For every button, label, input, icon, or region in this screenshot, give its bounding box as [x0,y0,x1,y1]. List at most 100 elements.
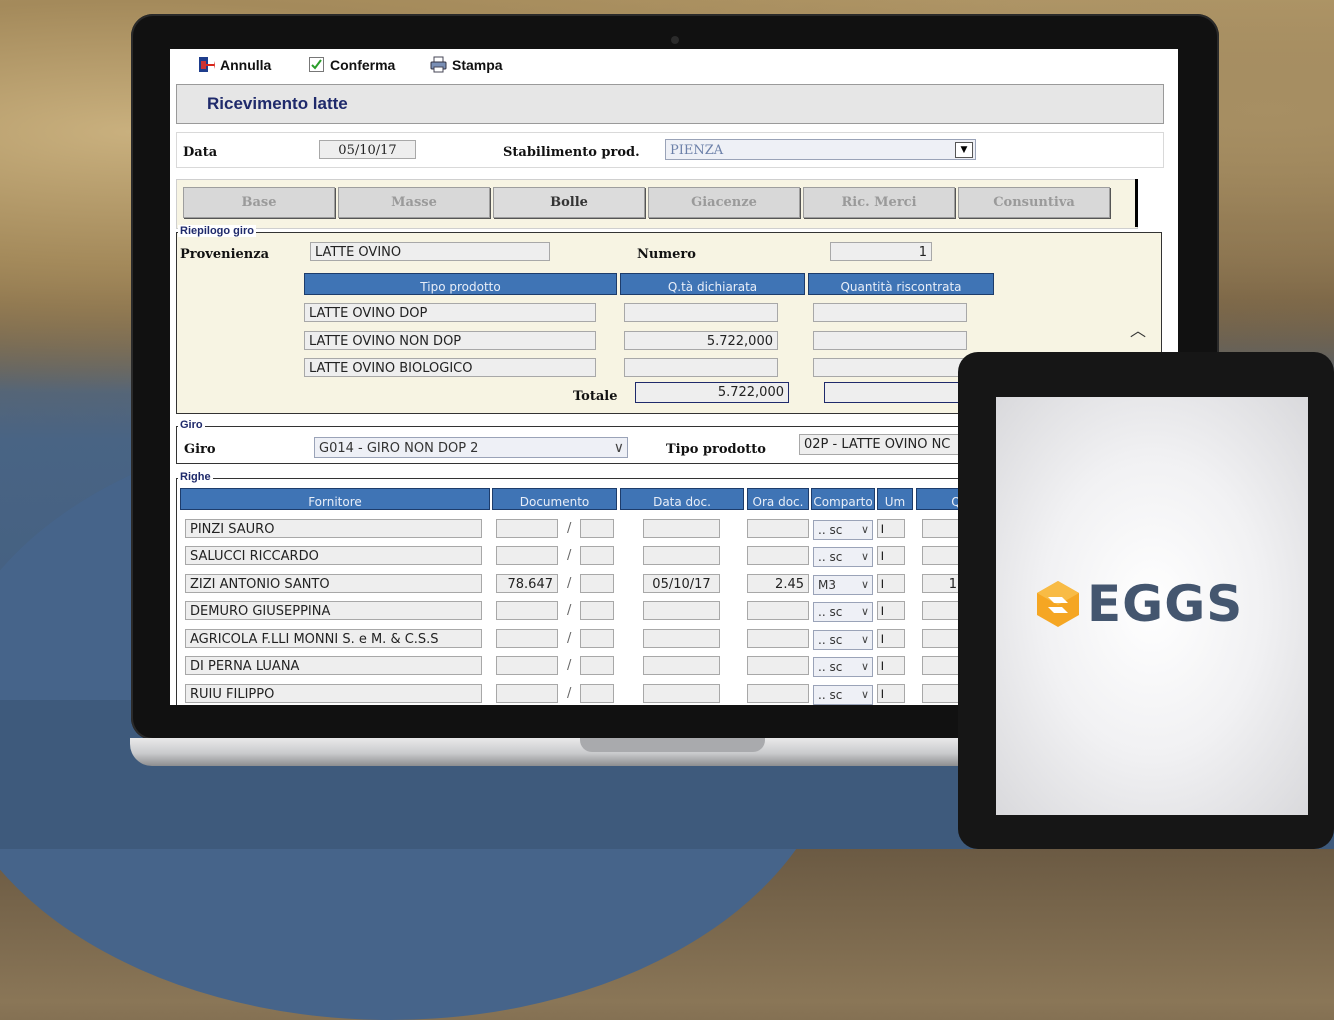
riepilogo-row-riscontrata[interactable] [813,331,967,350]
col-ora-doc: Ora doc. [747,488,809,510]
row-q[interactable] [922,656,962,675]
row-fornitore[interactable]: RUIU FILIPPO [185,684,482,703]
row-documento[interactable] [496,546,558,565]
row-fornitore[interactable]: AGRICOLA F.LLI MONNI S. e M. & C.S.S [185,629,482,648]
row-ora-doc[interactable] [747,629,809,648]
riepilogo-row-tipo[interactable]: LATTE OVINO NON DOP [304,331,596,350]
tab-consuntiva[interactable]: Consuntiva [958,187,1110,218]
row-comparto-select[interactable]: .. sc ∨ [813,630,873,650]
annulla-label: Annulla [220,56,272,73]
row-documento[interactable] [496,656,558,675]
riepilogo-row-riscontrata[interactable] [813,303,967,322]
riepilogo-row-dichiarata[interactable]: 5.722,000 [624,331,778,350]
tab-bolle[interactable]: Bolle [493,187,645,218]
row-data-doc[interactable] [643,629,720,648]
row-comparto-select[interactable]: .. sc ∨ [813,685,873,705]
tab-giacenze[interactable]: Giacenze [648,187,800,218]
numero-field[interactable]: 1 [830,242,932,261]
row-ora-doc[interactable] [747,656,809,675]
stampa-button[interactable]: Stampa [430,56,503,73]
row-fornitore[interactable]: SALUCCI RICCARDO [185,546,482,565]
row-um[interactable]: l [877,519,905,538]
col-quantita-riscontrata: Quantità riscontrata [808,273,994,295]
col-fornitore: Fornitore [180,488,490,510]
row-data-doc[interactable] [643,601,720,620]
row-um[interactable]: l [877,684,905,703]
row-documento[interactable]: 78.647 [496,574,558,593]
data-field[interactable]: 05/10/17 [319,140,416,159]
totale-field[interactable]: 5.722,000 [635,382,789,403]
riepilogo-row-tipo[interactable]: LATTE OVINO DOP [304,303,596,322]
row-um[interactable]: l [877,574,905,593]
row-data-doc[interactable] [643,519,720,538]
tab-base[interactable]: Base [183,187,335,218]
col-comparto: Comparto [811,488,875,510]
row-um[interactable]: l [877,546,905,565]
row-q[interactable] [922,601,962,620]
checkbox-icon [309,57,324,72]
chevron-down-icon: ∨ [860,550,869,563]
row-ora-doc[interactable] [747,684,809,703]
row-documento[interactable] [496,601,558,620]
separator: / [567,686,572,701]
totale-riscontrata-field[interactable] [824,382,974,403]
row-data-doc[interactable] [643,546,720,565]
row-comparto-select[interactable]: .. sc ∨ [813,520,873,540]
row-ora-doc[interactable] [747,546,809,565]
row-um[interactable]: l [877,656,905,675]
row-documento[interactable] [496,629,558,648]
separator: / [567,631,572,646]
tab-masse[interactable]: Masse [338,187,490,218]
row-um[interactable]: l [877,601,905,620]
row-comparto-select[interactable]: .. sc ∨ [813,547,873,567]
separator: / [567,548,572,563]
eggs-logo: EGGS [1035,575,1243,633]
riepilogo-row-riscontrata[interactable] [813,358,967,377]
riepilogo-legend: Riepilogo giro [178,225,256,237]
row-fornitore[interactable]: ZIZI ANTONIO SANTO [185,574,482,593]
row-q[interactable]: 1 [922,574,962,593]
row-data-doc[interactable]: 05/10/17 [643,574,720,593]
riepilogo-row-dichiarata[interactable] [624,303,778,322]
riepilogo-row-dichiarata[interactable] [624,358,778,377]
row-ora-doc[interactable]: 2.45 [747,574,809,593]
row-documento[interactable] [496,684,558,703]
conferma-button[interactable]: Conferma [308,56,395,73]
row-comparto-select[interactable]: .. sc ∨ [813,602,873,622]
row-data-doc[interactable] [643,684,720,703]
col-data-doc: Data doc. [620,488,744,510]
row-q[interactable] [922,519,962,538]
row-fornitore[interactable]: DI PERNA LUANA [185,656,482,675]
row-ora-doc[interactable] [747,519,809,538]
giro-select[interactable]: G014 - GIRO NON DOP 2 ∨ [314,437,628,458]
scroll-up-icon[interactable]: ︿ [1130,317,1146,341]
annulla-button[interactable]: Annulla [198,56,271,73]
row-documento-suffix[interactable] [580,574,614,593]
row-q[interactable] [922,629,962,648]
row-documento-suffix[interactable] [580,546,614,565]
tipo-prodotto-field[interactable]: 02P - LATTE OVINO NC [799,434,979,455]
row-documento-suffix[interactable] [580,656,614,675]
row-documento-suffix[interactable] [580,684,614,703]
row-data-doc[interactable] [643,656,720,675]
row-comparto-select[interactable]: .. sc ∨ [813,657,873,677]
row-fornitore[interactable]: PINZI SAURO [185,519,482,538]
riepilogo-row-tipo[interactable]: LATTE OVINO BIOLOGICO [304,358,596,377]
comparto-value: M3 [818,578,836,592]
giro-label: Giro [184,442,216,457]
row-um[interactable]: l [877,629,905,648]
row-q[interactable] [922,546,962,565]
row-q[interactable] [922,684,962,703]
camera [671,36,679,44]
row-fornitore[interactable]: DEMURO GIUSEPPINA [185,601,482,620]
provenienza-field[interactable]: LATTE OVINO [310,242,550,261]
tab-ric-merci[interactable]: Ric. Merci [803,187,955,218]
row-documento-suffix[interactable] [580,519,614,538]
row-documento-suffix[interactable] [580,629,614,648]
row-ora-doc[interactable] [747,601,809,620]
row-comparto-select[interactable]: M3 ∨ [813,575,873,595]
row-documento-suffix[interactable] [580,601,614,620]
row-documento[interactable] [496,519,558,538]
page-title-bar: Ricevimento latte [176,84,1164,124]
stabilimento-select[interactable]: PIENZA ▼ [665,139,976,160]
